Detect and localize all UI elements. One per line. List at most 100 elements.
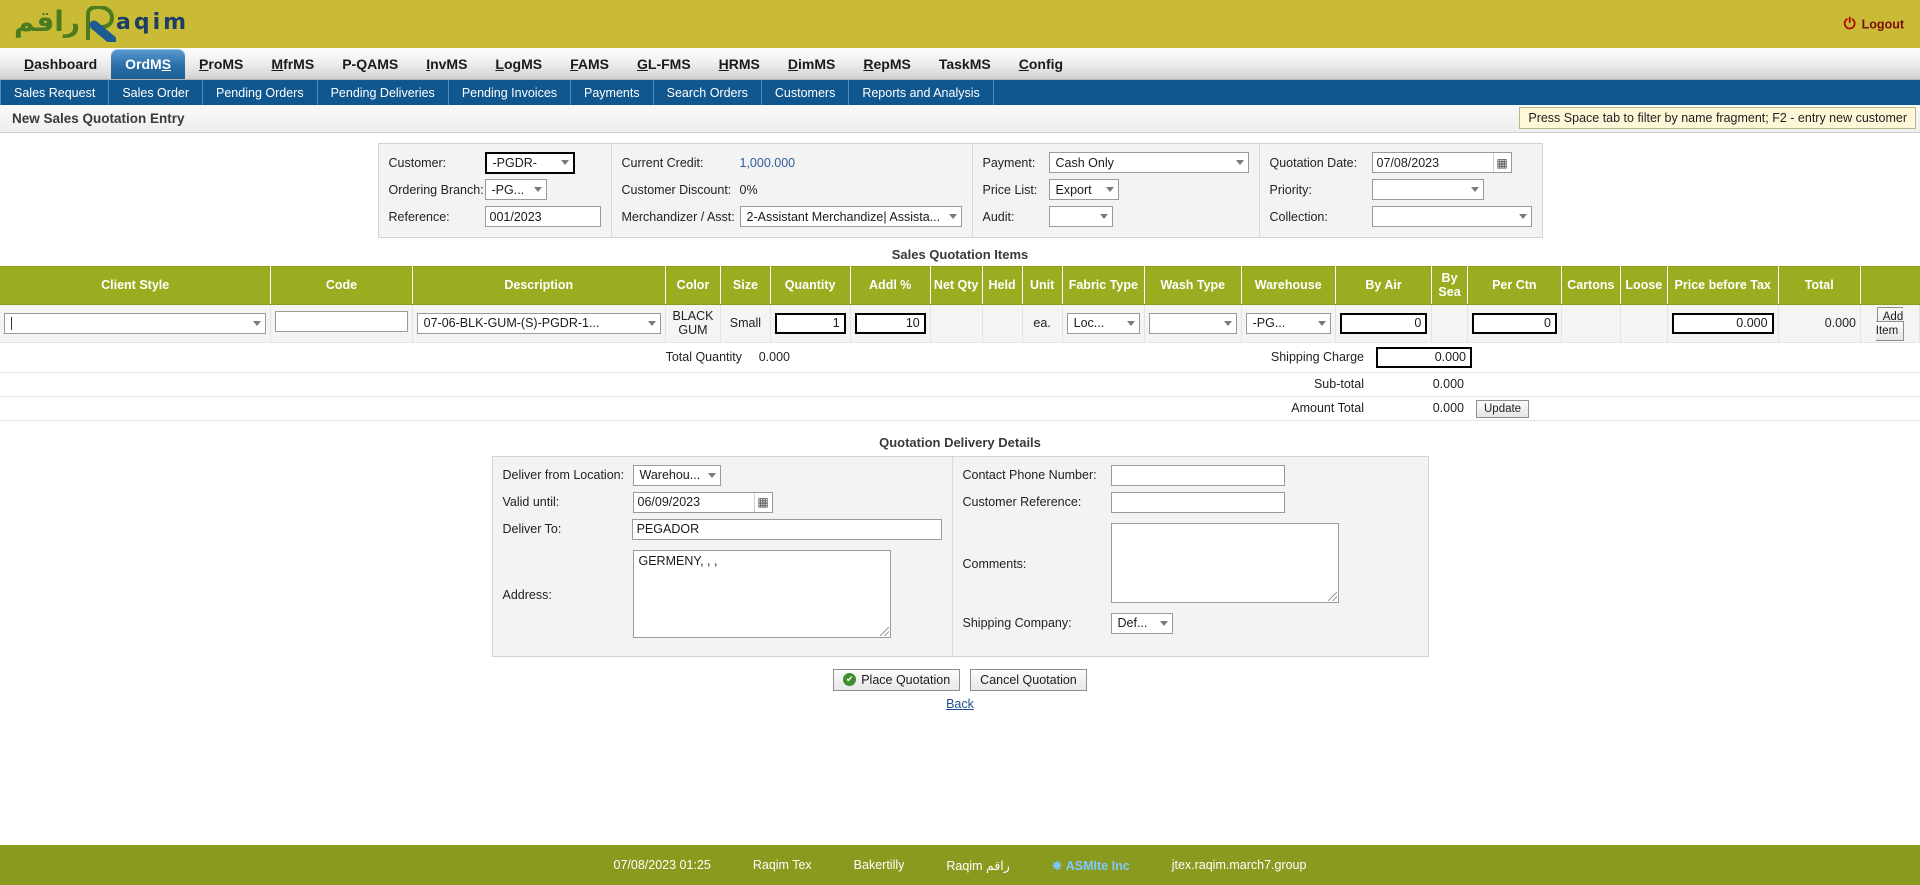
deliver-to-input[interactable]: PEGADOR xyxy=(631,518,942,540)
tab-config[interactable]: Config xyxy=(1005,49,1077,79)
logout-button[interactable]: ⏻ Logout xyxy=(1844,17,1904,32)
collection-label: Collection: xyxy=(1269,209,1328,224)
warehouse-select[interactable]: -PG... xyxy=(1245,312,1331,334)
price-before-tax-input[interactable]: 0.000 xyxy=(1671,312,1774,334)
priority-label: Priority: xyxy=(1269,182,1312,197)
place-quotation-button[interactable]: ✔ Place Quotation xyxy=(833,668,961,691)
chevron-down-icon xyxy=(1105,187,1114,192)
update-button[interactable]: Update xyxy=(1476,400,1530,419)
cell-description[interactable]: 07-06-BLK-GUM-(S)-PGDR-1... xyxy=(412,304,666,343)
valid-until-input[interactable]: 06/09/2023 ▦ xyxy=(632,491,773,513)
col-header-by-air: By Air xyxy=(1335,266,1433,305)
col-header-warehouse: Warehouse xyxy=(1241,266,1336,305)
ordering-branch-select[interactable]: -PG... xyxy=(484,179,547,200)
cell-per-ctn[interactable]: 0 xyxy=(1467,304,1562,343)
client-style-select[interactable] xyxy=(4,312,267,334)
price-list-value: Export xyxy=(1055,182,1092,197)
tab-repms[interactable]: RepMS xyxy=(849,49,924,79)
subnav-item-pending-invoices[interactable]: Pending Invoices xyxy=(449,80,572,105)
fabric-type-select[interactable]: Loc... xyxy=(1066,312,1141,334)
table-row[interactable]: 07-06-BLK-GUM-(S)-PGDR-1... BLACK GUM Sm… xyxy=(0,304,1920,343)
merchandizer-select[interactable]: 2-Assistant Merchandize| Assista... xyxy=(739,206,962,227)
cell-add-item[interactable]: Add Item xyxy=(1860,304,1920,343)
total-quantity-label: Total Quantity xyxy=(500,342,748,373)
contact-phone-input[interactable] xyxy=(1110,464,1285,486)
customer-discount-value: 0% xyxy=(739,182,758,197)
cell-cartons xyxy=(1561,304,1621,343)
add-item-button[interactable]: Add Item xyxy=(1875,306,1905,342)
subnav-item-sales-order[interactable]: Sales Order xyxy=(109,80,204,105)
addl-percent-input[interactable]: 10 xyxy=(854,312,926,334)
items-totals-table: Total Quantity 0.000 Shipping Charge 0.0… xyxy=(0,342,1920,421)
shipping-charge-input[interactable]: 0.000 xyxy=(1376,346,1472,368)
footer-asmite-label: ASMIte Inc xyxy=(1065,858,1130,873)
shipping-company-select[interactable]: Def... xyxy=(1110,612,1173,634)
col-header-wash-type: Wash Type xyxy=(1144,266,1242,305)
tab-hrms[interactable]: HRMS xyxy=(705,49,774,79)
col-header-color: Color xyxy=(665,266,722,305)
cell-code[interactable] xyxy=(270,304,413,343)
col-header-size: Size xyxy=(720,266,771,305)
customer-select[interactable]: -PGDR- xyxy=(484,151,575,174)
cell-warehouse[interactable]: -PG... xyxy=(1241,304,1336,343)
priority-select[interactable] xyxy=(1371,179,1484,200)
tab-dashboard[interactable]: Dashboard xyxy=(10,49,111,79)
chevron-down-icon xyxy=(647,320,656,326)
cell-wash-type[interactable] xyxy=(1144,304,1242,343)
tab-ordms[interactable]: OrdMS xyxy=(111,49,186,79)
wash-type-select[interactable] xyxy=(1149,313,1237,334)
back-link[interactable]: Back xyxy=(0,691,1920,711)
calendar-icon[interactable]: ▦ xyxy=(753,492,772,512)
subnav-item-customers[interactable]: Customers xyxy=(762,80,850,105)
deliver-from-select[interactable]: Warehou... xyxy=(632,464,721,486)
payment-select[interactable]: Cash Only xyxy=(1048,152,1249,173)
cell-addl-pct[interactable]: 10 xyxy=(850,304,931,343)
tab-dimms[interactable]: DimMS xyxy=(774,49,849,79)
code-input[interactable] xyxy=(275,311,408,333)
current-credit-label: Current Credit: xyxy=(621,155,704,170)
tab-p-qams[interactable]: P-QAMS xyxy=(328,49,412,79)
tab-mfrms[interactable]: MfrMS xyxy=(257,49,328,79)
collection-select[interactable] xyxy=(1371,206,1532,227)
subnav-item-sales-request[interactable]: Sales Request xyxy=(0,80,110,105)
price-list-select[interactable]: Export xyxy=(1048,179,1119,200)
col-header-actions xyxy=(1860,266,1920,305)
subnav-item-pending-deliveries[interactable]: Pending Deliveries xyxy=(318,80,449,105)
sub-navigation-bar: Sales Request Sales Order Pending Orders Pe… xyxy=(0,80,1920,105)
shipping-company-label: Shipping Company: xyxy=(962,615,1072,630)
quantity-input[interactable]: 1 xyxy=(774,312,846,334)
tab-invms[interactable]: InvMS xyxy=(412,49,481,79)
subnav-item-payments[interactable]: Payments xyxy=(571,80,654,105)
current-credit-value: 1,000.000 xyxy=(739,155,796,170)
tab-taskms[interactable]: TaskMS xyxy=(925,49,1005,79)
cell-quantity[interactable]: 1 xyxy=(770,304,851,343)
tab-fams[interactable]: FAMS xyxy=(556,49,623,79)
chevron-down-icon xyxy=(707,472,716,478)
comments-textarea[interactable] xyxy=(1110,522,1339,603)
footer-vendor: Raqim راقم xyxy=(946,858,1009,873)
col-header-cartons: Cartons xyxy=(1561,266,1621,305)
cell-client-style[interactable] xyxy=(0,304,272,343)
customer-reference-input[interactable] xyxy=(1110,491,1285,513)
description-select[interactable]: 07-06-BLK-GUM-(S)-PGDR-1... xyxy=(416,312,661,334)
cancel-quotation-button[interactable]: Cancel Quotation xyxy=(970,668,1087,691)
col-header-held: Held xyxy=(982,266,1023,305)
reference-input[interactable]: 001/2023 xyxy=(484,206,601,227)
cell-by-air[interactable]: 0 xyxy=(1335,304,1433,343)
tab-proms[interactable]: ProMS xyxy=(185,49,257,79)
by-air-input[interactable]: 0 xyxy=(1339,312,1428,334)
logo-arabic-text: راقم xyxy=(14,5,81,38)
calendar-icon[interactable]: ▦ xyxy=(1492,153,1511,172)
cell-price-before-tax[interactable]: 0.000 xyxy=(1667,304,1779,343)
address-textarea[interactable]: GERMENY, , , xyxy=(632,549,891,638)
tab-gl-fms[interactable]: GL-FMS xyxy=(623,49,705,79)
quotation-date-input[interactable]: 07/08/2023 ▦ xyxy=(1371,152,1512,173)
per-ctn-input[interactable]: 0 xyxy=(1471,312,1557,334)
cell-fabric-type[interactable]: Loc... xyxy=(1062,304,1146,343)
subnav-item-pending-orders[interactable]: Pending Orders xyxy=(203,80,318,105)
subnav-item-search-orders[interactable]: Search Orders xyxy=(654,80,762,105)
audit-select[interactable] xyxy=(1048,206,1113,227)
deliver-from-label: Deliver from Location: xyxy=(502,467,625,482)
subnav-item-reports-and-analysis[interactable]: Reports and Analysis xyxy=(849,80,994,105)
tab-logms[interactable]: LogMS xyxy=(481,49,556,79)
